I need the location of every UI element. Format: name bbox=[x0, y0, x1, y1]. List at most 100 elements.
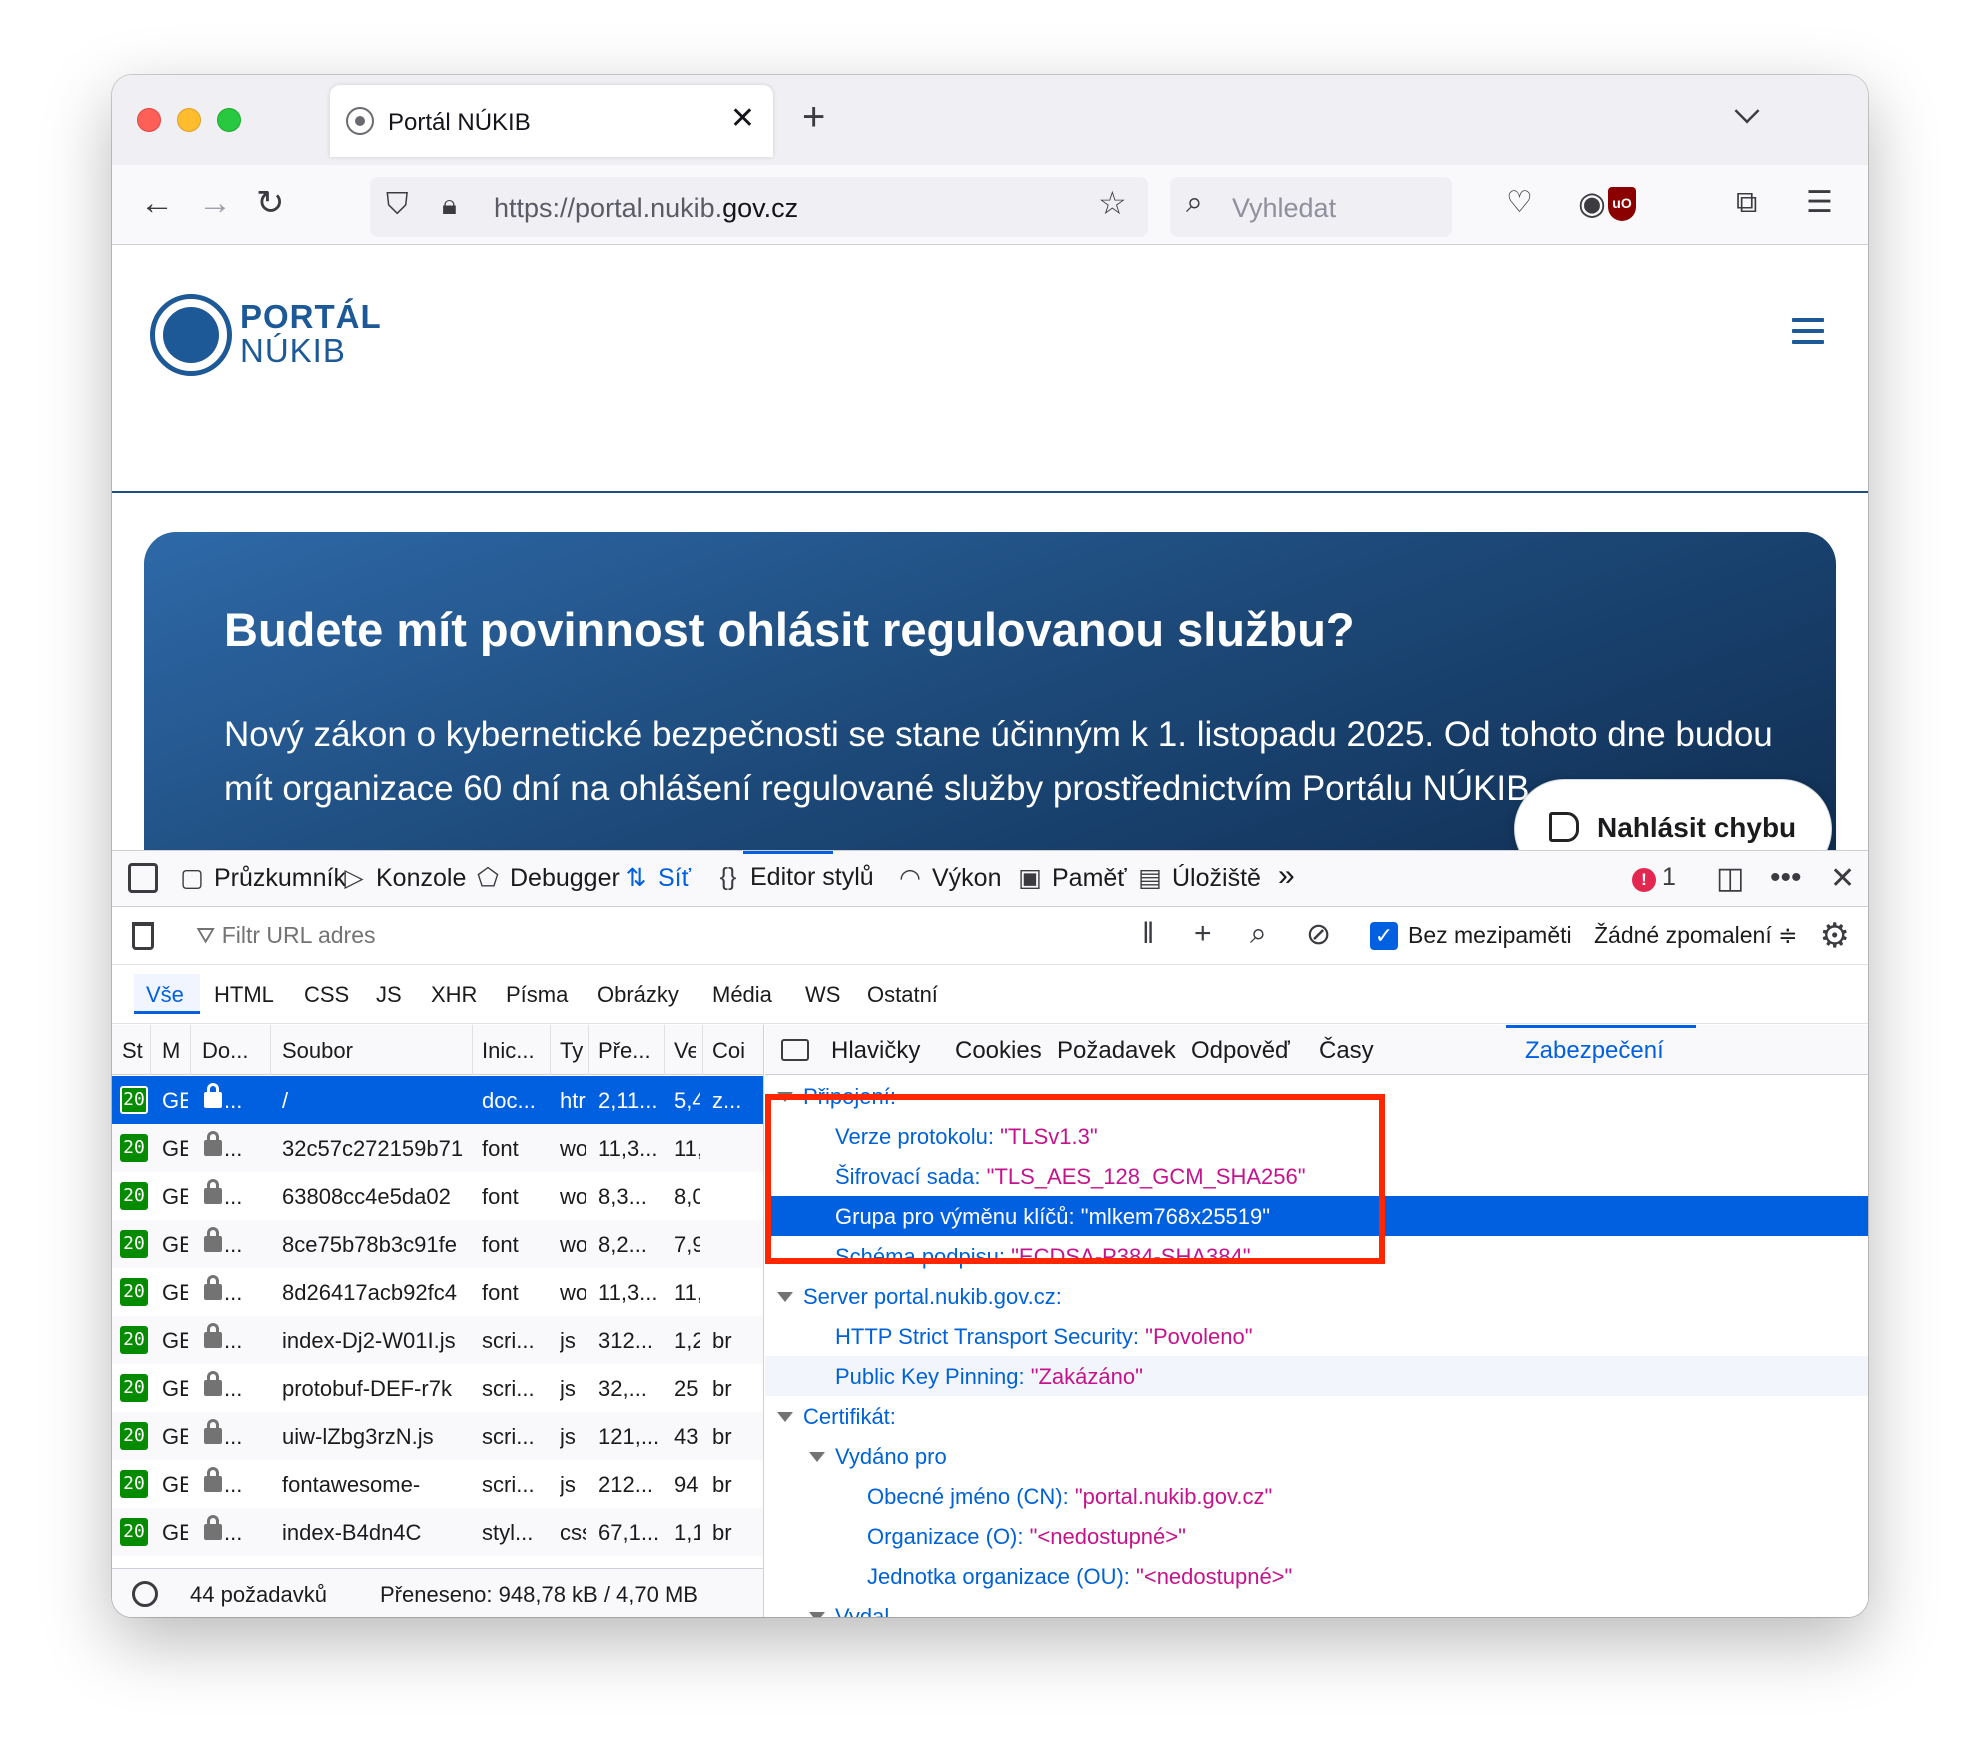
report-bug-button[interactable]: Nahlásit chybu bbox=[1514, 779, 1832, 850]
close-devtools-icon[interactable]: ✕ bbox=[1830, 861, 1855, 896]
tab-headers[interactable]: Hlavičky bbox=[831, 1037, 920, 1065]
reload-icon[interactable]: ↻ bbox=[256, 179, 285, 227]
tab-list-chevron-icon[interactable] bbox=[1734, 98, 1760, 124]
table-row[interactable]: 20 GE... uiw-lZbg3rzN.js scri... js 121,... 43… bbox=[112, 1412, 763, 1460]
type-filter-other[interactable]: Ostatní bbox=[867, 982, 938, 1008]
column-type[interactable]: Ty bbox=[560, 1038, 584, 1064]
tree-row-public-key-pinning[interactable]: Public Key Pinning: "Zakázáno" bbox=[765, 1356, 1868, 1396]
tab-style-editor[interactable]: {} Editor stylů bbox=[716, 863, 874, 892]
type-filter-media[interactable]: Média bbox=[712, 982, 772, 1008]
type-filter-images[interactable]: Obrázky bbox=[597, 982, 679, 1008]
table-row[interactable]: 20 GE... fontawesome-scri... js 212... 94 br bbox=[112, 1460, 763, 1508]
tree-row-signature-scheme[interactable]: Schéma podpisu: "ECDSA-P384-SHA384" bbox=[765, 1236, 1868, 1276]
tab-security[interactable]: Zabezpečení bbox=[1525, 1037, 1664, 1065]
expand-triangle-icon[interactable] bbox=[777, 1292, 793, 1302]
add-request-blocking-icon[interactable]: + bbox=[1194, 917, 1212, 951]
app-menu-icon[interactable]: ☰ bbox=[1806, 179, 1833, 227]
tab-performance[interactable]: ◠ Výkon bbox=[898, 863, 1001, 893]
back-arrow-icon[interactable]: ← bbox=[140, 179, 174, 227]
tree-row-certificate[interactable]: Certifikát: bbox=[765, 1396, 1868, 1436]
tree-row-protocol-version[interactable]: Verze protokolu: "TLSv1.3" bbox=[765, 1116, 1868, 1156]
stopwatch-icon[interactable] bbox=[132, 1581, 158, 1607]
tab-memory[interactable]: ▣ Paměť bbox=[1018, 863, 1127, 893]
ublock-origin-icon[interactable]: uO bbox=[1608, 187, 1636, 221]
table-row[interactable]: 20 GE... 8ce75b78b3c91fe font wo 8,2... 7,9 bbox=[112, 1220, 763, 1268]
expand-triangle-icon[interactable] bbox=[777, 1092, 793, 1102]
search-input[interactable]: Vyhledat bbox=[1232, 193, 1336, 224]
search-bar[interactable]: ⌕ Vyhledat bbox=[1170, 177, 1452, 237]
lock-icon[interactable]: 🔒︎ bbox=[442, 181, 457, 229]
url-text[interactable]: https://portal.nukib.gov.cz bbox=[494, 193, 798, 224]
tree-row-hsts[interactable]: HTTP Strict Transport Security: "Povolen… bbox=[765, 1316, 1868, 1356]
column-domain[interactable]: Do... bbox=[202, 1038, 262, 1064]
tracking-shield-icon[interactable]: ⛉ bbox=[386, 181, 409, 229]
table-row[interactable]: 20 GE... 8d26417acb92fc4 font wo 11,3... 11, bbox=[112, 1268, 763, 1316]
type-filter-all[interactable]: Vše bbox=[146, 982, 184, 1008]
tab-network[interactable]: ⇅ Síť bbox=[624, 863, 691, 893]
maximize-window-button[interactable] bbox=[217, 108, 241, 132]
tree-row-connection[interactable]: Připojení: bbox=[765, 1076, 1868, 1116]
type-filter-js[interactable]: JS bbox=[376, 982, 402, 1008]
tab-close-icon[interactable]: ✕ bbox=[730, 101, 755, 137]
column-size[interactable]: Ve bbox=[674, 1038, 696, 1064]
url-filter-input[interactable]: ⛛ Filtr URL adres bbox=[196, 922, 376, 949]
column-file[interactable]: Soubor bbox=[282, 1038, 422, 1064]
tree-row-issued-by[interactable]: Vydal bbox=[765, 1596, 1868, 1617]
pause-icon[interactable]: ‖ bbox=[1142, 917, 1154, 951]
tree-row-cipher-suite[interactable]: Šifrovací sada: "TLS_AES_128_GCM_SHA256" bbox=[765, 1156, 1868, 1196]
type-filter-fonts[interactable]: Písma bbox=[506, 982, 568, 1008]
tab-request[interactable]: Požadavek bbox=[1057, 1037, 1176, 1065]
bookmark-star-icon[interactable]: ☆ bbox=[1098, 179, 1127, 227]
throttling-select[interactable]: Žádné zpomalení ≑ bbox=[1594, 922, 1797, 949]
logo-text-line1[interactable]: PORTÁL bbox=[240, 298, 382, 336]
dock-toggle-icon[interactable]: ◫ bbox=[1716, 861, 1744, 896]
tree-row-organizational-unit[interactable]: Jednotka organizace (OU): "<nedostupné>" bbox=[765, 1556, 1868, 1596]
tree-row-common-name[interactable]: Obecné jméno (CN): "portal.nukib.gov.cz" bbox=[765, 1476, 1868, 1516]
expand-triangle-icon[interactable] bbox=[809, 1452, 825, 1462]
account-icon[interactable]: ◉ bbox=[1578, 179, 1606, 227]
tab-storage[interactable]: ▤ Úložiště bbox=[1138, 863, 1261, 893]
type-filter-css[interactable]: CSS bbox=[304, 982, 349, 1008]
no-cache-checkbox[interactable]: ✓ bbox=[1370, 922, 1398, 950]
column-method[interactable]: M bbox=[162, 1038, 188, 1064]
column-transferred[interactable]: Pře... bbox=[598, 1038, 658, 1064]
element-picker-icon[interactable] bbox=[128, 863, 158, 893]
extensions-puzzle-icon[interactable]: ⧉ bbox=[1736, 179, 1757, 227]
table-row[interactable]: 20 GE... index-B4dn4C styl... css 67,1... 1,1 b… bbox=[112, 1508, 763, 1556]
tab-console[interactable]: ▷ Konzole bbox=[342, 863, 466, 893]
more-options-icon[interactable]: ••• bbox=[1770, 861, 1802, 895]
type-filter-ws[interactable]: WS bbox=[805, 982, 840, 1008]
table-row[interactable]: 20 GE... index-Dj2-W01I.js scri... js 312... 1… bbox=[112, 1316, 763, 1364]
search-icon[interactable]: ⌕ bbox=[1250, 917, 1267, 951]
table-row[interactable]: 20 GE... / doc... htr 2,11... 5,4 z... bbox=[112, 1076, 763, 1124]
tree-row-server[interactable]: Server portal.nukib.gov.cz: bbox=[765, 1276, 1868, 1316]
gear-icon[interactable]: ⚙ bbox=[1820, 916, 1850, 956]
expand-triangle-icon[interactable] bbox=[777, 1412, 793, 1422]
expand-triangle-icon[interactable] bbox=[809, 1612, 825, 1617]
table-row[interactable]: 20 GE... protobuf-DEF-r7k scri... js 32,... 25… bbox=[112, 1364, 763, 1412]
tab-cookies[interactable]: Cookies bbox=[955, 1037, 1042, 1065]
block-icon[interactable]: ⊘ bbox=[1306, 917, 1331, 952]
column-status[interactable]: St bbox=[122, 1038, 148, 1064]
tree-row-key-exchange-group[interactable]: Grupa pro výměnu klíčů: "mlkem768x25519" bbox=[765, 1196, 1868, 1236]
type-filter-html[interactable]: HTML bbox=[214, 982, 274, 1008]
nukib-logo-icon[interactable] bbox=[150, 294, 232, 376]
forward-arrow-icon[interactable]: → bbox=[198, 179, 232, 227]
tab-timings[interactable]: Časy bbox=[1319, 1037, 1374, 1065]
tab-inspector[interactable]: ▢ Průzkumník bbox=[180, 863, 346, 893]
tab-debugger[interactable]: ⬠ Debugger bbox=[476, 863, 620, 893]
column-content-encoding[interactable]: Coi bbox=[712, 1038, 752, 1064]
new-tab-button[interactable]: + bbox=[802, 93, 825, 141]
trash-icon[interactable] bbox=[132, 922, 154, 950]
tree-row-issued-to[interactable]: Vydáno pro bbox=[765, 1436, 1868, 1476]
toggle-sidebar-icon[interactable] bbox=[781, 1039, 809, 1061]
tab-response[interactable]: Odpověď bbox=[1191, 1037, 1290, 1065]
type-filter-xhr[interactable]: XHR bbox=[431, 982, 477, 1008]
browser-tab[interactable]: Portál NÚKIB ✕ bbox=[330, 85, 773, 157]
minimize-window-button[interactable] bbox=[177, 108, 201, 132]
site-menu-icon[interactable] bbox=[1792, 318, 1824, 344]
table-row[interactable]: 20 GE... 63808cc4e5da02 font wo 8,3... 8,0 bbox=[112, 1172, 763, 1220]
no-cache-label[interactable]: Bez mezipaměti bbox=[1408, 922, 1572, 949]
column-initiator[interactable]: Inic... bbox=[482, 1038, 542, 1064]
error-count-badge[interactable]: ! 1 bbox=[1632, 863, 1676, 892]
